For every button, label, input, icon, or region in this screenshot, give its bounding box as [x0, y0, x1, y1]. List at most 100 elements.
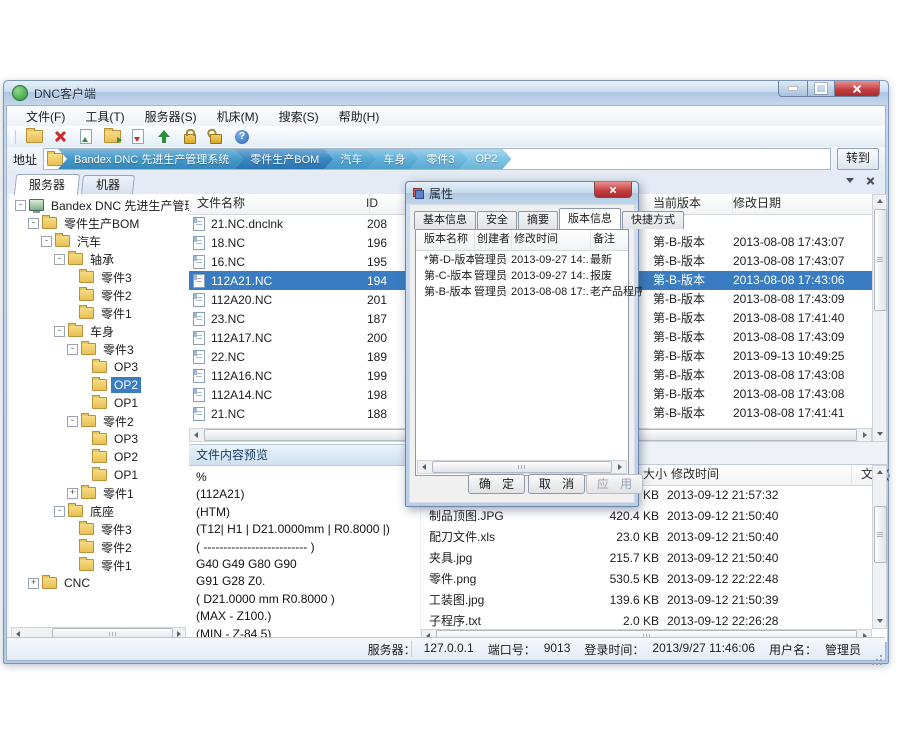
go-button[interactable]: 转到 — [837, 148, 879, 170]
file-row[interactable]: 23.NC 187 — [189, 309, 420, 328]
scroll-down-icon[interactable] — [874, 428, 886, 440]
help-button[interactable] — [232, 128, 252, 146]
column-header-filename[interactable]: 文件名称 — [189, 194, 370, 213]
cancel-button[interactable]: 取 消 — [528, 474, 585, 494]
scroll-left-icon[interactable] — [418, 461, 430, 473]
filelist-horizontal-scrollbar[interactable] — [189, 428, 419, 442]
dialog-version-row[interactable]: 第-C-版本 管理员 2013-09-27 14:... 报废 — [416, 268, 628, 284]
menu-item[interactable]: 机床(M) — [208, 106, 268, 127]
tree-node[interactable]: 零件1 — [9, 556, 189, 574]
attachment-row[interactable]: 夹具.jpg 215.7 KB 2013-09-12 21:50:40 — [421, 548, 872, 569]
address-field[interactable]: Bandex DNC 先进生产管理系统 零件生产BOM 汽车 车身 零件3 OP… — [43, 148, 831, 170]
delete-button[interactable] — [50, 128, 70, 146]
column-header-modified-time[interactable]: 修改时间 — [667, 465, 852, 484]
tree-node[interactable]: - Bandex DNC 先进生产管理系统 — [9, 196, 189, 214]
breadcrumb-segment[interactable]: Bandex DNC 先进生产管理系统 — [58, 149, 243, 169]
tree-expander-icon[interactable] — [80, 399, 89, 408]
tree-node[interactable]: OP3 — [9, 430, 189, 448]
tree-node[interactable]: - 车身 — [9, 322, 189, 340]
tree-node[interactable]: OP2 — [9, 376, 189, 394]
menu-item[interactable]: 搜索(S) — [270, 106, 328, 127]
tree-node[interactable]: 零件1 — [9, 304, 189, 322]
tree-node[interactable]: 零件3 — [9, 268, 189, 286]
file-row[interactable]: 112A20.NC 201 — [189, 290, 420, 309]
tree-node[interactable]: OP2 — [9, 448, 189, 466]
tree-expander-icon[interactable] — [67, 543, 76, 552]
tree-expander-icon[interactable] — [80, 453, 89, 462]
tree-expander-icon[interactable]: - — [54, 254, 65, 265]
tree-expander-icon[interactable] — [80, 435, 89, 444]
file-row[interactable]: 22.NC 189 — [189, 347, 420, 366]
scrollbar-thumb[interactable] — [874, 506, 887, 563]
upload-button[interactable] — [154, 128, 174, 146]
tree-expander-icon[interactable] — [67, 273, 76, 282]
dialog-horizontal-scrollbar[interactable] — [417, 460, 627, 474]
file-row[interactable]: 112A16.NC 199 — [189, 366, 420, 385]
tree-expander-icon[interactable]: - — [41, 236, 52, 247]
file-row[interactable]: 16.NC 195 — [189, 252, 420, 271]
tree-node[interactable]: + CNC — [9, 574, 189, 592]
lock-button[interactable] — [180, 128, 200, 146]
dialog-tab[interactable]: 摘要 — [518, 211, 558, 229]
menu-item[interactable]: 服务器(S) — [136, 106, 206, 127]
close-panel-icon[interactable] — [866, 176, 875, 185]
scroll-up-icon[interactable] — [874, 195, 886, 207]
tree-node[interactable]: - 零件2 — [9, 412, 189, 430]
new-folder-button[interactable] — [24, 128, 44, 146]
send-folder-button[interactable] — [102, 128, 122, 146]
tree-node[interactable]: 零件3 — [9, 520, 189, 538]
tree-expander-icon[interactable]: - — [54, 506, 65, 517]
chevron-down-icon[interactable] — [846, 178, 854, 183]
tree-expander-icon[interactable] — [67, 291, 76, 300]
column-header-modified-date[interactable]: 修改日期 — [729, 194, 873, 213]
file-row[interactable]: 112A14.NC 198 — [189, 385, 420, 404]
tree-expander-icon[interactable]: - — [67, 344, 78, 355]
ok-button[interactable]: 确 定 — [468, 474, 525, 494]
maximize-button[interactable] — [808, 81, 834, 97]
scrollbar-thumb[interactable] — [874, 209, 887, 311]
dialog-version-row[interactable]: *第-D-版本 管理员 2013-09-27 14:... 最新 — [416, 252, 628, 268]
tree-node[interactable]: - 轴承 — [9, 250, 189, 268]
dialog-tab[interactable]: 基本信息 — [414, 211, 476, 229]
dialog-tab[interactable]: 快捷方式 — [622, 211, 684, 229]
tree-expander-icon[interactable] — [67, 309, 76, 318]
tree-node[interactable]: OP1 — [9, 466, 189, 484]
tree-node[interactable]: 零件2 — [9, 286, 189, 304]
dialog-version-row[interactable]: 第-B-版本 管理员 2013-08-08 17:... 老产品程序 — [416, 284, 628, 300]
tree-node[interactable]: OP1 — [9, 394, 189, 412]
tree-expander-icon[interactable]: + — [28, 578, 39, 589]
tree-expander-icon[interactable] — [67, 561, 76, 570]
tree-node[interactable]: - 零件生产BOM — [9, 214, 189, 232]
breadcrumb-segment[interactable]: 零件生产BOM — [234, 149, 333, 169]
tree-expander-icon[interactable] — [80, 471, 89, 480]
attachment-row[interactable]: 制品顶图.JPG 420.4 KB 2013-09-12 21:50:40 — [421, 506, 872, 527]
scroll-right-icon[interactable] — [859, 429, 871, 441]
tree-expander-icon[interactable]: - — [54, 326, 65, 337]
menu-item[interactable]: 帮助(H) — [330, 106, 389, 127]
tree-expander-icon[interactable]: - — [15, 200, 26, 211]
attachment-row[interactable]: 配刀文件.xls 23.0 KB 2013-09-12 21:50:40 — [421, 527, 872, 548]
tree-expander-icon[interactable]: - — [28, 218, 39, 229]
scroll-left-icon[interactable] — [190, 429, 202, 441]
file-row[interactable]: 112A17.NC 200 — [189, 328, 420, 347]
view-tab[interactable]: 服务器 — [14, 174, 80, 195]
file-row[interactable]: 21.NC.dnclnk 208 — [189, 214, 420, 233]
tree-node[interactable]: 零件2 — [9, 538, 189, 556]
resize-grip[interactable] — [880, 655, 882, 657]
attachment-row[interactable]: 零件.png 530.5 KB 2013-09-12 22:22:48 — [421, 569, 872, 590]
dialog-tab[interactable]: 安全 — [477, 211, 517, 229]
scroll-down-icon[interactable] — [874, 615, 886, 627]
dialog-close-button[interactable] — [594, 182, 632, 198]
tree-node[interactable]: OP3 — [9, 358, 189, 376]
file-row[interactable]: 112A21.NC 194 — [189, 271, 420, 290]
dialog-tab[interactable]: 版本信息 — [559, 208, 621, 229]
menu-item[interactable]: 文件(F) — [17, 106, 74, 127]
attachment-vertical-scrollbar[interactable] — [872, 465, 887, 629]
scrollbar-thumb[interactable] — [432, 461, 612, 473]
tree-node[interactable]: + 零件1 — [9, 484, 189, 502]
unlock-button[interactable] — [206, 128, 226, 146]
view-tab[interactable]: 机器 — [81, 175, 135, 194]
tree-node[interactable]: - 汽车 — [9, 232, 189, 250]
tree-expander-icon[interactable]: + — [67, 488, 78, 499]
tree-node[interactable]: - 零件3 — [9, 340, 189, 358]
